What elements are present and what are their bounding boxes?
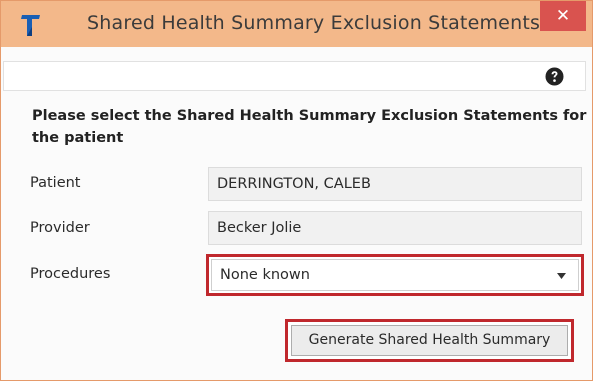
- help-icon[interactable]: [545, 67, 564, 86]
- procedures-label: Procedures: [30, 266, 111, 282]
- window-title: Shared Health Summary Exclusion Statemen…: [87, 12, 541, 34]
- procedures-dropdown[interactable]: None known: [206, 254, 584, 296]
- generate-summary-button[interactable]: Generate Shared Health Summary: [291, 325, 568, 356]
- patient-field: DERRINGTON, CALEB: [208, 167, 582, 201]
- chevron-down-icon: [557, 273, 566, 279]
- patient-label: Patient: [30, 175, 81, 191]
- title-bar[interactable]: Shared Health Summary Exclusion Statemen…: [1, 1, 592, 47]
- instructions-text: Please select the Shared Health Summary …: [32, 108, 587, 146]
- close-button[interactable]: ✕: [540, 1, 586, 31]
- procedures-selected-value: None known: [220, 267, 310, 283]
- dropdown-frame: None known: [211, 259, 579, 291]
- close-icon: ✕: [555, 6, 571, 26]
- dialog-window: Shared Health Summary Exclusion Statemen…: [0, 0, 593, 381]
- provider-label: Provider: [30, 220, 90, 236]
- telstra-logo-icon: [21, 15, 40, 36]
- provider-field: Becker Jolie: [208, 211, 582, 245]
- toolbar: [3, 61, 586, 91]
- generate-button-highlight: Generate Shared Health Summary: [285, 319, 574, 362]
